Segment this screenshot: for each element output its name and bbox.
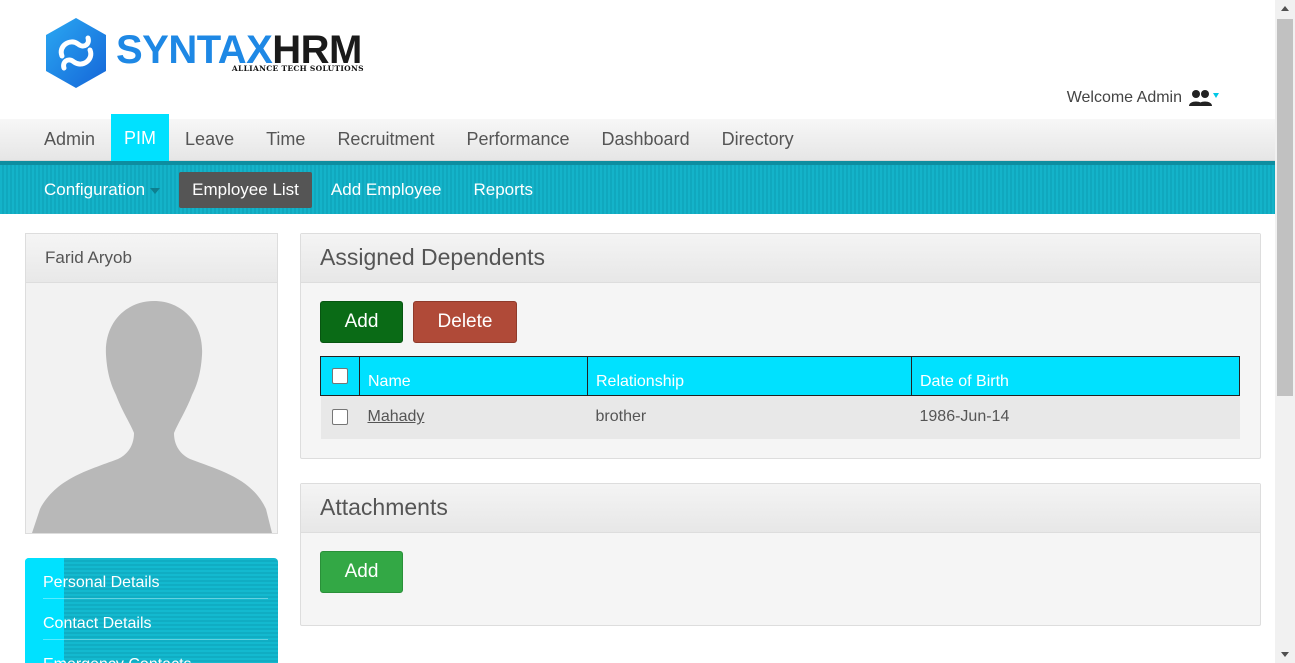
logo[interactable]: SYNTAXHRM ALLIANCE TECH SOLUTIONS: [44, 16, 364, 90]
logo-tagline: ALLIANCE TECH SOLUTIONS: [231, 64, 364, 73]
assigned-dependents-title: Assigned Dependents: [301, 234, 1260, 283]
welcome-text: Welcome Admin: [1066, 89, 1182, 106]
scroll-up-button[interactable]: [1275, 0, 1295, 17]
nav-pim[interactable]: PIM: [111, 114, 170, 162]
welcome-menu[interactable]: Welcome Admin: [1067, 88, 1220, 108]
logo-text: SYNTAXHRM ALLIANCE TECH SOLUTIONS: [116, 30, 364, 73]
column-relationship[interactable]: Relationship: [587, 356, 912, 396]
subnav-configuration[interactable]: Configuration: [31, 172, 173, 208]
nav-directory[interactable]: Directory: [706, 119, 810, 160]
add-dependent-button[interactable]: Add: [320, 301, 403, 343]
subnav-employee-list[interactable]: Employee List: [179, 171, 312, 208]
delete-dependent-button[interactable]: Delete: [413, 301, 517, 343]
attachments-panel: Attachments Add: [300, 483, 1261, 626]
avatar-placeholder-icon: [32, 301, 272, 533]
users-icon: [1189, 90, 1219, 106]
subnav-add-employee[interactable]: Add Employee: [318, 172, 455, 208]
syntax-hrm-logo-icon: [46, 18, 106, 88]
profile-name: Farid Aryob: [26, 234, 277, 283]
assigned-dependents-panel: Assigned Dependents Add Delete Name Rela…: [300, 233, 1261, 459]
avatar: [26, 283, 277, 533]
caret-down-icon: [150, 187, 161, 194]
nav-dashboard[interactable]: Dashboard: [586, 119, 706, 160]
dependent-dob: 1986-Jun-14: [919, 408, 1010, 426]
page: SYNTAXHRM ALLIANCE TECH SOLUTIONS Welcom…: [0, 0, 1295, 663]
select-all-checkbox[interactable]: [332, 367, 348, 384]
subnav-reports[interactable]: Reports: [460, 172, 546, 208]
column-date-of-birth[interactable]: Date of Birth: [911, 356, 1240, 396]
profile-card: Farid Aryob: [25, 233, 278, 534]
sub-nav: Configuration Employee List Add Employee…: [0, 161, 1275, 214]
column-name[interactable]: Name: [359, 356, 588, 396]
header: SYNTAXHRM ALLIANCE TECH SOLUTIONS Welcom…: [0, 0, 1275, 119]
table-header-row: Name Relationship Date of Birth: [320, 356, 1240, 396]
main-nav: Admin PIM Leave Time Recruitment Perform…: [0, 114, 1275, 162]
arrow-up-icon: [1281, 6, 1289, 11]
nav-admin[interactable]: Admin: [28, 119, 111, 160]
side-menu-emergency-contacts[interactable]: Emergency Contacts: [25, 640, 278, 663]
dependent-name-link[interactable]: Mahady: [368, 408, 425, 425]
dependent-name-cell: Mahady: [360, 396, 588, 439]
dependent-relationship: brother: [595, 408, 647, 426]
side-menu-contact-details[interactable]: Contact Details: [25, 599, 278, 640]
nav-recruitment[interactable]: Recruitment: [321, 119, 450, 160]
row-select-cell: [321, 396, 360, 439]
table-row: Mahady brother 1986-Jun-14: [320, 395, 1240, 439]
nav-leave[interactable]: Leave: [169, 119, 250, 160]
vertical-scrollbar[interactable]: [1275, 0, 1295, 663]
row-checkbox[interactable]: [332, 409, 348, 426]
add-attachment-button[interactable]: Add: [320, 551, 403, 593]
subnav-configuration-label: Configuration: [44, 179, 146, 199]
side-menu-personal-details[interactable]: Personal Details: [25, 558, 278, 599]
nav-performance[interactable]: Performance: [450, 119, 585, 160]
scrollbar-thumb[interactable]: [1277, 19, 1293, 396]
arrow-down-icon: [1281, 652, 1289, 657]
dependents-table: Name Relationship Date of Birth Mahady b…: [320, 356, 1240, 439]
side-menu: Personal Details Contact Details Emergen…: [25, 558, 278, 663]
scroll-down-button[interactable]: [1275, 646, 1295, 663]
select-all-cell: [320, 356, 360, 396]
attachments-title: Attachments: [301, 484, 1260, 533]
nav-time[interactable]: Time: [250, 119, 321, 160]
